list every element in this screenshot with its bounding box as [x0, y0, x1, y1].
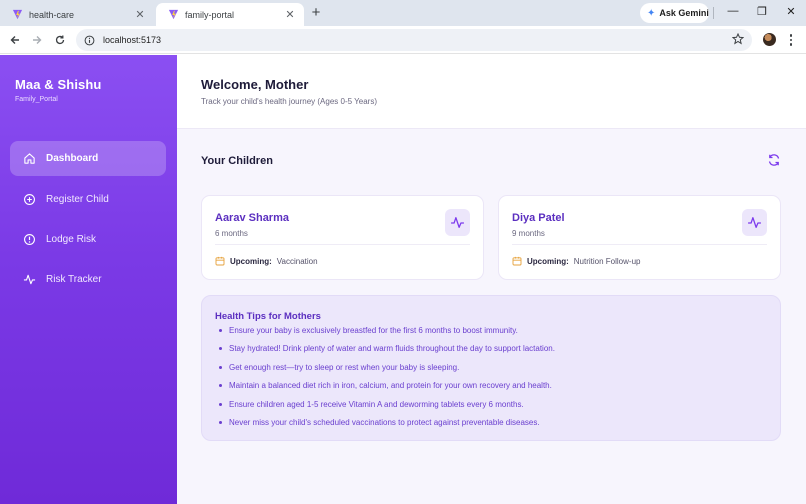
list-item: Get enough rest—try to sleep or rest whe… [219, 362, 555, 380]
sidebar-item-lodge-risk[interactable]: Lodge Risk [10, 222, 166, 257]
activity-icon[interactable] [445, 209, 470, 236]
page-subtitle: Track your child's health journey (Ages … [201, 97, 377, 106]
list-item: Never miss your child's scheduled vaccin… [219, 417, 555, 435]
browser-tab-bar: health-care ✕ family-portal ✕ + ✦ Ask Ge… [0, 0, 806, 26]
sidebar-item-label: Register Child [46, 194, 109, 205]
bookmark-star-icon[interactable] [732, 33, 744, 45]
browser-tab[interactable]: health-care ✕ [0, 3, 154, 26]
child-name: Aarav Sharma [215, 212, 289, 224]
tab-title: family-portal [185, 9, 235, 20]
page-title: Welcome, Mother [201, 77, 309, 92]
url-text: localhost:5173 [103, 35, 162, 45]
card-divider [215, 244, 470, 245]
vite-favicon-icon [12, 9, 23, 20]
sidebar-item-label: Dashboard [46, 153, 99, 164]
brand-subtitle: Family_Portal [15, 96, 58, 103]
ask-gemini-label: Ask Gemini [659, 8, 709, 18]
list-item: Stay hydrated! Drink plenty of water and… [219, 343, 555, 361]
child-card[interactable]: Aarav Sharma 6 months Upcoming: Vaccinat… [201, 195, 484, 280]
main-content: Welcome, Mother Track your child's healt… [177, 55, 806, 504]
health-tips-title: Health Tips for Mothers [215, 311, 321, 322]
upcoming-label: Upcoming: [527, 256, 569, 266]
restore-icon[interactable]: ❐ [755, 5, 769, 18]
browser-menu-icon[interactable] [786, 31, 796, 49]
health-tips-panel: Health Tips for Mothers Ensure your baby… [201, 295, 781, 441]
upcoming-label: Upcoming: [230, 256, 272, 266]
refresh-icon[interactable] [767, 153, 781, 167]
upcoming-info: Upcoming: Vaccination [215, 256, 318, 266]
sidebar: Maa & Shishu Family_Portal Dashboard Reg… [0, 55, 177, 504]
plus-circle-icon [22, 193, 36, 207]
child-card[interactable]: Diya Patel 9 months Upcoming: Nutrition … [498, 195, 781, 280]
activity-icon[interactable] [742, 209, 767, 236]
ask-gemini-button[interactable]: ✦ Ask Gemini [640, 3, 709, 23]
section-title-children: Your Children [201, 155, 273, 167]
browser-tab-active[interactable]: family-portal ✕ [156, 3, 304, 26]
tab-title: health-care [29, 9, 75, 20]
tab-close-icon[interactable]: ✕ [134, 8, 146, 21]
child-age: 9 months [512, 229, 545, 238]
tab-close-icon[interactable]: ✕ [284, 8, 296, 21]
card-divider [512, 244, 767, 245]
sidebar-item-label: Lodge Risk [46, 234, 97, 245]
sidebar-item-register-child[interactable]: Register Child [10, 182, 166, 217]
list-item: Ensure your baby is exclusively breastfe… [219, 325, 555, 343]
upcoming-info: Upcoming: Nutrition Follow-up [512, 256, 640, 266]
reload-icon[interactable] [52, 32, 68, 48]
activity-icon [22, 273, 36, 287]
child-age: 6 months [215, 229, 248, 238]
upcoming-value: Vaccination [276, 256, 318, 266]
back-icon[interactable] [7, 32, 23, 48]
alert-circle-icon [22, 233, 36, 247]
address-bar[interactable]: localhost:5173 [76, 29, 752, 51]
calendar-icon [215, 256, 225, 266]
new-tab-button[interactable]: + [309, 4, 323, 21]
sidebar-item-dashboard[interactable]: Dashboard [10, 141, 166, 176]
brand-title: Maa & Shishu [15, 77, 102, 92]
divider [713, 7, 714, 19]
forward-icon[interactable] [29, 32, 45, 48]
list-item: Maintain a balanced diet rich in iron, c… [219, 380, 555, 398]
upcoming-value: Nutrition Follow-up [573, 256, 641, 266]
site-info-icon[interactable] [84, 35, 95, 46]
browser-toolbar: localhost:5173 [0, 26, 806, 54]
sidebar-item-risk-tracker[interactable]: Risk Tracker [10, 262, 166, 297]
gemini-sparkle-icon: ✦ [647, 7, 656, 19]
minimize-icon[interactable]: — [726, 5, 740, 17]
child-name: Diya Patel [512, 212, 565, 224]
health-tips-list: Ensure your baby is exclusively breastfe… [219, 325, 555, 435]
profile-avatar[interactable] [763, 33, 776, 46]
window-close-icon[interactable]: ✕ [784, 5, 798, 18]
vite-favicon-icon [168, 9, 179, 20]
page-header: Welcome, Mother Track your child's healt… [177, 55, 806, 129]
calendar-icon [512, 256, 522, 266]
sidebar-item-label: Risk Tracker [46, 274, 102, 285]
list-item: Ensure children aged 1-5 receive Vitamin… [219, 399, 555, 417]
home-icon [22, 152, 36, 166]
